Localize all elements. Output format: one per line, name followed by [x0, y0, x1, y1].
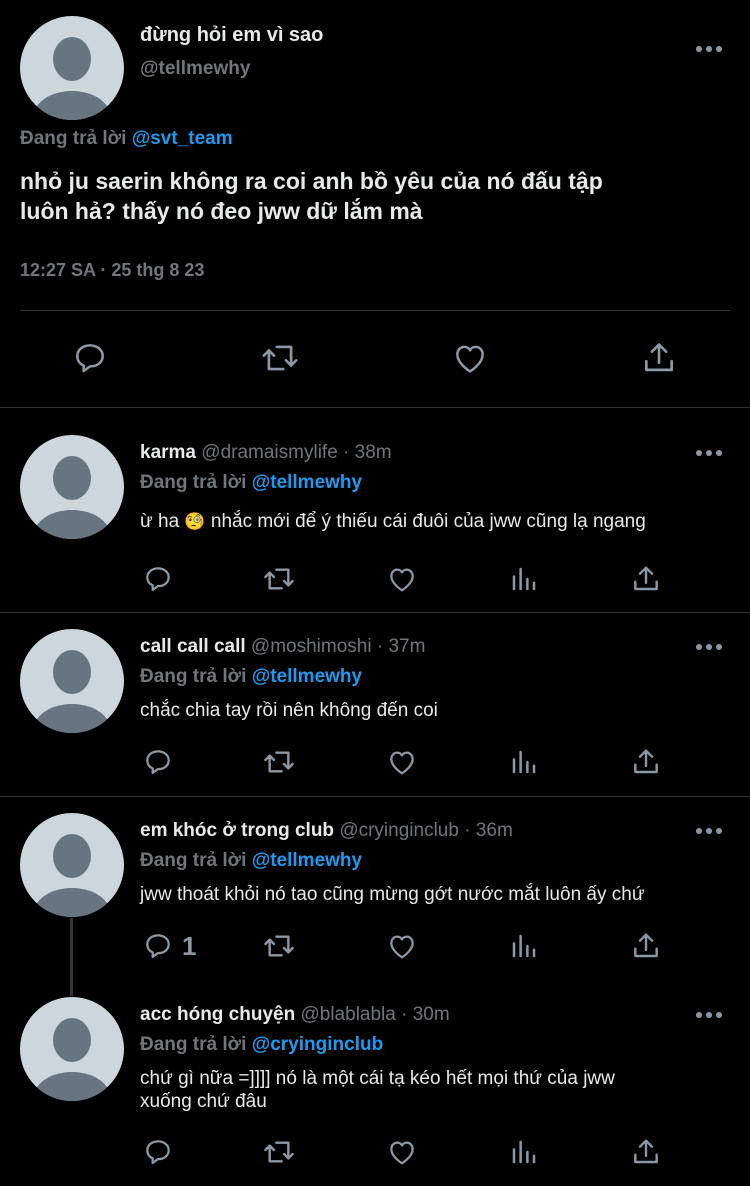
divider — [0, 796, 750, 797]
display-name[interactable]: em khóc ở trong club — [140, 820, 334, 841]
share-icon[interactable] — [630, 563, 662, 595]
replying-to: Đang trả lời @tellmewhy — [140, 850, 362, 872]
retweet-icon[interactable] — [261, 563, 297, 595]
tweet-text-line1: nhỏ ju saerin không ra coi anh bồ yêu củ… — [20, 168, 603, 194]
divider — [0, 407, 750, 408]
share-icon[interactable] — [630, 1136, 662, 1168]
like-icon[interactable] — [385, 563, 419, 595]
avatar[interactable] — [20, 813, 124, 917]
handle[interactable]: @cryinginclub · 36m — [339, 820, 512, 841]
more-icon[interactable] — [696, 644, 722, 650]
mention-link[interactable]: @svt_team — [132, 128, 233, 149]
replying-to: Đang trả lời @tellmewhy — [140, 666, 362, 688]
tweet-text: chắc chia tay rồi nên không đến coi — [140, 700, 438, 721]
handle[interactable]: @tellmewhy — [140, 58, 250, 80]
timestamp[interactable]: 12:27 SA · 25 thg 8 23 — [20, 260, 204, 281]
divider — [20, 310, 730, 311]
reply-count: 1 — [182, 931, 197, 961]
share-icon[interactable] — [630, 930, 662, 962]
tweet-header: karma @dramaismylife · 38m — [140, 442, 392, 464]
replying-prefix: Đang trả lời — [140, 1034, 247, 1055]
replying-prefix: Đang trả lời — [140, 666, 247, 687]
thread-connector — [70, 918, 73, 996]
reply-icon[interactable] — [71, 339, 109, 377]
reply-icon[interactable] — [142, 746, 174, 778]
handle[interactable]: @moshimoshi · 37m — [251, 636, 426, 657]
handle[interactable]: @blablabla · 30m — [300, 1004, 449, 1025]
replying-prefix: Đang trả lời — [140, 472, 247, 493]
tweet-header: call call call @moshimoshi · 37m — [140, 636, 425, 658]
mention-link[interactable]: @tellmewhy — [252, 850, 362, 871]
mention-link[interactable]: @cryinginclub — [252, 1034, 384, 1055]
retweet-icon[interactable] — [259, 339, 301, 377]
share-icon[interactable] — [630, 746, 662, 778]
display-name[interactable]: acc hóng chuyện — [140, 1004, 295, 1025]
display-name[interactable]: call call call — [140, 636, 246, 657]
views-icon[interactable] — [509, 563, 539, 595]
tweet-text-line2: luôn hả? thấy nó đeo jww dữ lắm mà — [20, 198, 423, 224]
replying-to: Đang trả lời @cryinginclub — [140, 1034, 383, 1056]
retweet-icon[interactable] — [261, 930, 297, 962]
avatar[interactable] — [20, 629, 124, 733]
more-icon[interactable] — [696, 1012, 722, 1018]
replying-to: Đang trả lời @svt_team — [20, 128, 233, 150]
tweet-header: em khóc ở trong club @cryinginclub · 36m — [140, 820, 513, 842]
tweet-text-line1: chứ gì nữa =]]]] nó là một cái tạ kéo hế… — [140, 1068, 615, 1089]
more-icon[interactable] — [696, 46, 722, 52]
display-name[interactable]: karma — [140, 442, 196, 463]
tweet-text-after: nhắc mới để ý thiếu cái đuôi của jww cũn… — [210, 511, 646, 532]
avatar[interactable] — [20, 435, 124, 539]
tweet-text-before: ừ ha — [140, 511, 180, 532]
replying-prefix: Đang trả lời — [20, 128, 127, 149]
retweet-icon[interactable] — [261, 1136, 297, 1168]
replying-prefix: Đang trả lời — [140, 850, 247, 871]
reply-icon[interactable] — [142, 1136, 174, 1168]
display-name[interactable]: đừng hỏi em vì sao — [140, 24, 323, 47]
retweet-icon[interactable] — [261, 746, 297, 778]
tweet-text: jww thoát khỏi nó tao cũng mừng gớt nước… — [140, 884, 645, 905]
more-icon[interactable] — [696, 450, 722, 456]
like-icon[interactable] — [450, 339, 490, 377]
mention-link[interactable]: @tellmewhy — [252, 472, 362, 493]
reply-icon[interactable] — [142, 563, 174, 595]
handle[interactable]: @dramaismylife · 38m — [201, 442, 391, 463]
views-icon[interactable] — [509, 930, 539, 962]
replying-to: Đang trả lời @tellmewhy — [140, 472, 362, 494]
tweet-text-line2: xuống chứ đâu — [140, 1091, 267, 1112]
views-icon[interactable] — [509, 746, 539, 778]
avatar[interactable] — [20, 997, 124, 1101]
like-icon[interactable] — [385, 930, 419, 962]
tweet-header: acc hóng chuyện @blablabla · 30m — [140, 1004, 450, 1026]
more-icon[interactable] — [696, 828, 722, 834]
divider — [0, 612, 750, 613]
like-icon[interactable] — [385, 746, 419, 778]
avatar[interactable] — [20, 16, 124, 120]
mention-link[interactable]: @tellmewhy — [252, 666, 362, 687]
views-icon[interactable] — [509, 1136, 539, 1168]
tweet-text: ừ ha 🧐 nhắc mới để ý thiếu cái đuôi của … — [140, 511, 646, 533]
emoji-monocle: 🧐 — [184, 512, 206, 531]
like-icon[interactable] — [385, 1136, 419, 1168]
share-icon[interactable] — [640, 339, 678, 377]
reply-icon[interactable] — [142, 930, 174, 962]
